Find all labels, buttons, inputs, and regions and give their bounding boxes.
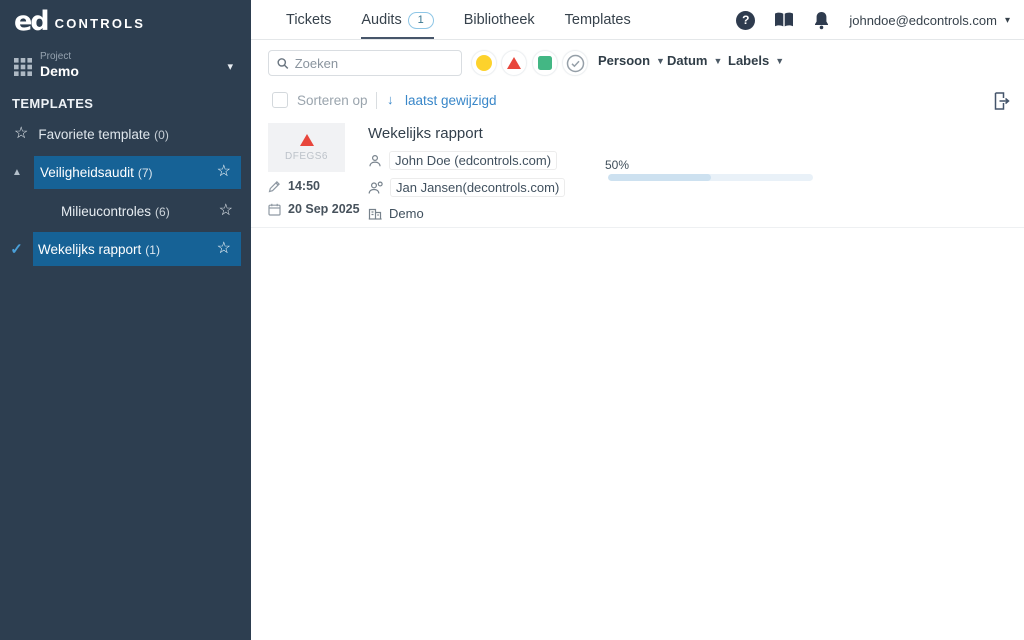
search-input[interactable]	[295, 56, 453, 71]
audit-list-item[interactable]: DFEGS6 14:50 20 Sep 2025 Wekelijks rappo…	[251, 120, 1024, 228]
audit-owner[interactable]: John Doe (edcontrols.com)	[389, 151, 557, 170]
sort-direction-icon[interactable]: ↓	[387, 92, 394, 107]
chevron-down-icon: ▼	[713, 56, 722, 66]
sidebar-item-milieucontroles[interactable]: Milieucontroles(6) ☆	[0, 194, 251, 228]
item-count: (0)	[154, 128, 169, 142]
audit-reviewer-row: Jan Jansen(decontrols.com)	[368, 178, 565, 197]
sidebar-item-veiligheidsaudit[interactable]: ▲ Veiligheidsaudit(7) ☆	[0, 155, 251, 189]
book-icon[interactable]	[774, 12, 794, 28]
green-square-icon	[538, 56, 552, 70]
building-icon	[368, 207, 382, 220]
audit-code: DFEGS6	[285, 151, 328, 162]
selected-template-row[interactable]: Veiligheidsaudit(7) ☆	[34, 156, 241, 189]
item-count: (6)	[155, 205, 170, 219]
sidebar: ed CONTROLS Project Demo ▾ TEMPLATES ☆ F…	[0, 0, 251, 640]
check-icon: ✓	[0, 240, 33, 258]
audit-project-row: Demo	[368, 206, 424, 221]
filter-green-status-button[interactable]	[532, 50, 558, 76]
sort-field-button[interactable]: laatst gewijzigd	[405, 93, 497, 108]
tab-tickets[interactable]: Tickets	[286, 0, 331, 40]
bell-icon[interactable]	[813, 11, 830, 30]
main-tabs: Tickets Audits 1 Bibliotheek Templates	[286, 0, 661, 40]
grid-icon	[14, 58, 32, 76]
project-label: Project	[40, 51, 71, 62]
check-circle-icon	[566, 54, 585, 73]
audit-reviewer[interactable]: Jan Jansen(decontrols.com)	[390, 178, 565, 197]
red-triangle-icon	[300, 134, 314, 146]
filter-yellow-status-button[interactable]	[471, 50, 497, 76]
sort-label: Sorteren op	[297, 93, 368, 108]
person-clock-icon	[368, 181, 383, 195]
help-icon[interactable]: ?	[736, 11, 755, 30]
topbar-actions: ? johndoe@edcontrols.com ▾	[736, 0, 1010, 40]
person-icon	[368, 154, 382, 168]
collapse-arrow-icon[interactable]: ▲	[0, 167, 34, 178]
audit-owner-row: John Doe (edcontrols.com)	[368, 151, 557, 170]
tab-audits[interactable]: Audits 1	[361, 0, 433, 40]
progress-bar-fill	[608, 174, 711, 181]
sidebar-item-label: Milieucontroles(6)	[61, 204, 219, 219]
sidebar-item-label: Wekelijks rapport(1)	[38, 242, 217, 257]
item-count: (7)	[138, 166, 153, 180]
sidebar-item-label: Favoriete template(0)	[38, 127, 168, 142]
logo-ed-mark: ed	[14, 8, 48, 35]
filter-done-status-button[interactable]	[562, 50, 588, 76]
item-count: (1)	[145, 243, 160, 257]
templates-section-title: TEMPLATES	[12, 96, 93, 111]
audits-content: Persoon▼ Datum▼ Labels▼ Sorteren op ↓ la…	[251, 40, 1024, 640]
tab-templates[interactable]: Templates	[565, 0, 631, 40]
star-icon[interactable]: ☆	[217, 164, 231, 180]
select-all-checkbox[interactable]	[272, 92, 288, 108]
audit-thumbnail[interactable]: DFEGS6	[268, 123, 345, 172]
audit-modified-time: 14:50	[268, 179, 320, 193]
account-email: johndoe@edcontrols.com	[849, 13, 997, 28]
chevron-down-icon: ▼	[656, 56, 665, 66]
star-icon: ☆	[14, 126, 28, 142]
sort-bar: Sorteren op ↓ laatst gewijzigd	[251, 85, 1024, 117]
pencil-icon	[268, 180, 281, 193]
audits-count-badge: 1	[408, 12, 434, 29]
filter-datum-dropdown[interactable]: Datum▼	[667, 53, 722, 68]
divider	[376, 92, 377, 109]
project-name: Demo	[40, 63, 79, 79]
audit-date: 20 Sep 2025	[268, 202, 360, 216]
sidebar-item-favoriete-template[interactable]: ☆ Favoriete template(0)	[0, 117, 251, 151]
sidebar-item-label: Veiligheidsaudit(7)	[40, 165, 217, 180]
tab-bibliotheek[interactable]: Bibliotheek	[464, 0, 535, 40]
export-icon[interactable]	[991, 90, 1011, 112]
filter-persoon-dropdown[interactable]: Persoon▼	[598, 53, 665, 68]
calendar-icon	[268, 203, 281, 216]
search-icon	[277, 57, 289, 70]
audit-project: Demo	[389, 206, 424, 221]
progress-bar	[608, 174, 813, 181]
logo-controls-text: CONTROLS	[55, 16, 146, 31]
filter-labels-dropdown[interactable]: Labels▼	[728, 53, 784, 68]
account-menu[interactable]: johndoe@edcontrols.com ▾	[849, 13, 1010, 28]
filter-red-status-button[interactable]	[501, 50, 527, 76]
star-icon[interactable]: ☆	[217, 241, 231, 257]
topbar: Tickets Audits 1 Bibliotheek Templates ?…	[251, 0, 1024, 40]
red-triangle-icon	[507, 57, 521, 69]
yellow-circle-icon	[476, 55, 492, 71]
sidebar-item-wekelijks-rapport[interactable]: ✓ Wekelijks rapport(1) ☆	[0, 232, 251, 266]
selected-template-row[interactable]: Wekelijks rapport(1) ☆	[33, 232, 241, 266]
audit-title[interactable]: Wekelijks rapport	[368, 125, 483, 142]
progress-percentage: 50%	[605, 158, 629, 172]
chevron-down-icon: ▼	[775, 56, 784, 66]
chevron-down-icon: ▾	[227, 60, 233, 73]
edcontrols-logo: ed CONTROLS	[14, 8, 145, 35]
star-icon[interactable]: ☆	[219, 203, 233, 219]
project-selector[interactable]: Project Demo ▾	[14, 50, 237, 84]
search-box	[268, 50, 462, 76]
chevron-down-icon: ▾	[1005, 15, 1010, 26]
